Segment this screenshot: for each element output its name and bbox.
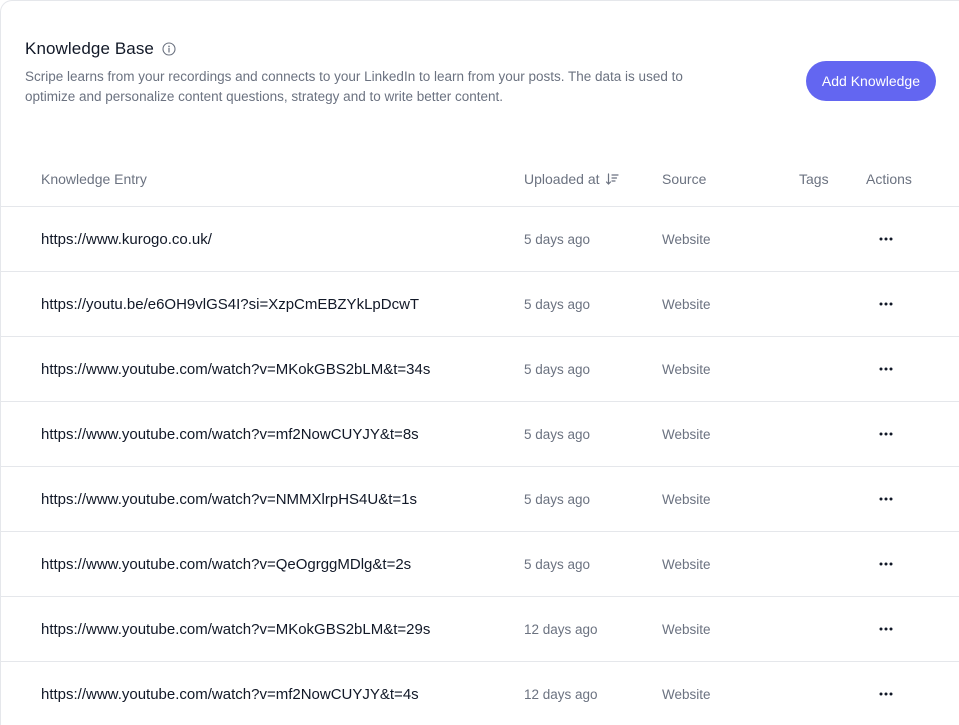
uploaded-at: 12 days ago <box>524 621 598 637</box>
more-horizontal-icon[interactable] <box>873 532 899 596</box>
table-row[interactable]: https://www.kurogo.co.uk/5 days ago Websi… <box>1 207 959 272</box>
uploaded-at: 5 days ago <box>524 361 591 377</box>
uploaded-at: 5 days ago <box>524 426 591 442</box>
page-description: Scripe learns from your recordings and c… <box>25 69 683 104</box>
column-header-uploaded-label: Uploaded at <box>524 171 600 187</box>
table-row[interactable]: https://www.youtube.com/watch?v=MKokGBS2… <box>1 597 959 662</box>
knowledge-entry-link[interactable]: https://youtu.be/e6OH9vlGS4I?si=XzpCmEBZ… <box>41 272 419 336</box>
table-row[interactable]: https://youtu.be/e6OH9vlGS4I?si=XzpCmEBZ… <box>1 272 959 337</box>
more-horizontal-icon[interactable] <box>873 662 899 725</box>
knowledge-entry-link[interactable]: https://www.youtube.com/watch?v=MKokGBS2… <box>41 597 430 661</box>
source-label: Website <box>662 361 711 377</box>
table-row[interactable]: https://www.youtube.com/watch?v=mf2NowCU… <box>1 402 959 467</box>
table-row[interactable]: https://www.youtube.com/watch?v=mf2NowCU… <box>1 662 959 725</box>
table-row[interactable]: https://www.youtube.com/watch?v=NMMXlrpH… <box>1 467 959 532</box>
page-header: Knowledge Base Scripe learns from your r… <box>25 37 936 117</box>
knowledge-base-card: Knowledge Base Scripe learns from your r… <box>0 0 959 725</box>
table-row[interactable]: https://www.youtube.com/watch?v=QeOgrggM… <box>1 532 959 597</box>
add-knowledge-button[interactable]: Add Knowledge <box>805 61 936 101</box>
uploaded-at: 5 days ago <box>524 491 591 507</box>
page-title: Knowledge Base <box>25 39 154 58</box>
sort-descending-icon[interactable] <box>605 172 619 186</box>
more-horizontal-icon[interactable] <box>873 207 899 271</box>
knowledge-entry-link[interactable]: https://www.youtube.com/watch?v=MKokGBS2… <box>41 337 430 401</box>
title-row: Knowledge Base <box>25 37 936 61</box>
more-horizontal-icon[interactable] <box>873 272 899 336</box>
source-label: Website <box>662 491 711 507</box>
source-label: Website <box>662 556 711 572</box>
column-header-uploaded[interactable]: Uploaded at <box>524 151 619 207</box>
uploaded-at: 5 days ago <box>524 231 591 247</box>
source-label: Website <box>662 426 711 442</box>
knowledge-entry-link[interactable]: https://www.youtube.com/watch?v=QeOgrggM… <box>41 532 411 596</box>
knowledge-entry-link[interactable]: https://www.youtube.com/watch?v=mf2NowCU… <box>41 402 419 466</box>
more-horizontal-icon[interactable] <box>873 337 899 401</box>
more-horizontal-icon[interactable] <box>873 467 899 531</box>
knowledge-entry-link[interactable]: https://www.youtube.com/watch?v=mf2NowCU… <box>41 662 419 725</box>
more-horizontal-icon[interactable] <box>873 597 899 661</box>
uploaded-at: 12 days ago <box>524 686 598 702</box>
table-row[interactable]: https://www.youtube.com/watch?v=MKokGBS2… <box>1 337 959 402</box>
knowledge-entry-link[interactable]: https://www.kurogo.co.uk/ <box>41 207 212 271</box>
source-label: Website <box>662 296 711 312</box>
table-body: https://www.kurogo.co.uk/5 days ago Websi… <box>1 207 959 725</box>
more-horizontal-icon[interactable] <box>873 402 899 466</box>
source-label: Website <box>662 231 711 247</box>
column-header-entry: Knowledge Entry <box>41 171 147 187</box>
uploaded-at: 5 days ago <box>524 296 591 312</box>
table-header: Knowledge Entry Uploaded at Source Tags … <box>1 151 959 207</box>
source-label: Website <box>662 621 711 637</box>
column-header-actions: Actions <box>866 171 912 187</box>
knowledge-entry-link[interactable]: https://www.youtube.com/watch?v=NMMXlrpH… <box>41 467 417 531</box>
uploaded-at: 5 days ago <box>524 556 591 572</box>
knowledge-table: Knowledge Entry Uploaded at Source Tags … <box>1 151 959 725</box>
column-header-source: Source <box>662 171 707 187</box>
column-header-tags: Tags <box>799 171 829 187</box>
info-circle-icon[interactable] <box>162 42 176 56</box>
source-label: Website <box>662 686 711 702</box>
